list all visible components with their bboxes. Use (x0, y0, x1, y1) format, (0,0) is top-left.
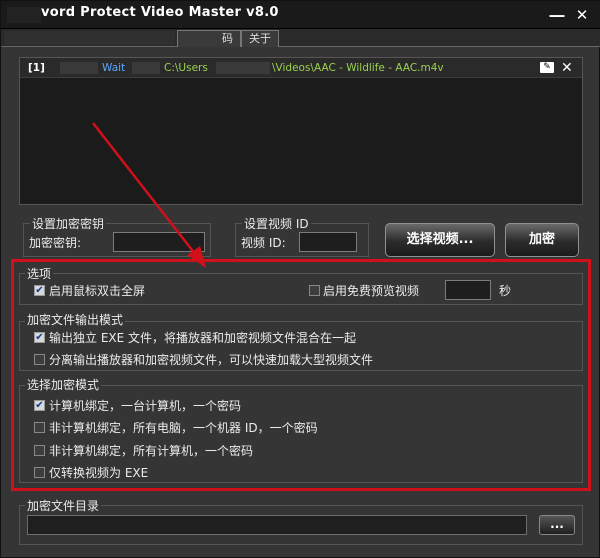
arrow-head (187, 246, 206, 268)
annotation-arrow (92, 122, 206, 268)
main-window: vord Protect Video Master v8.0 ― ✕ 码 关于 … (0, 0, 600, 558)
arrow-shaft (92, 122, 200, 260)
